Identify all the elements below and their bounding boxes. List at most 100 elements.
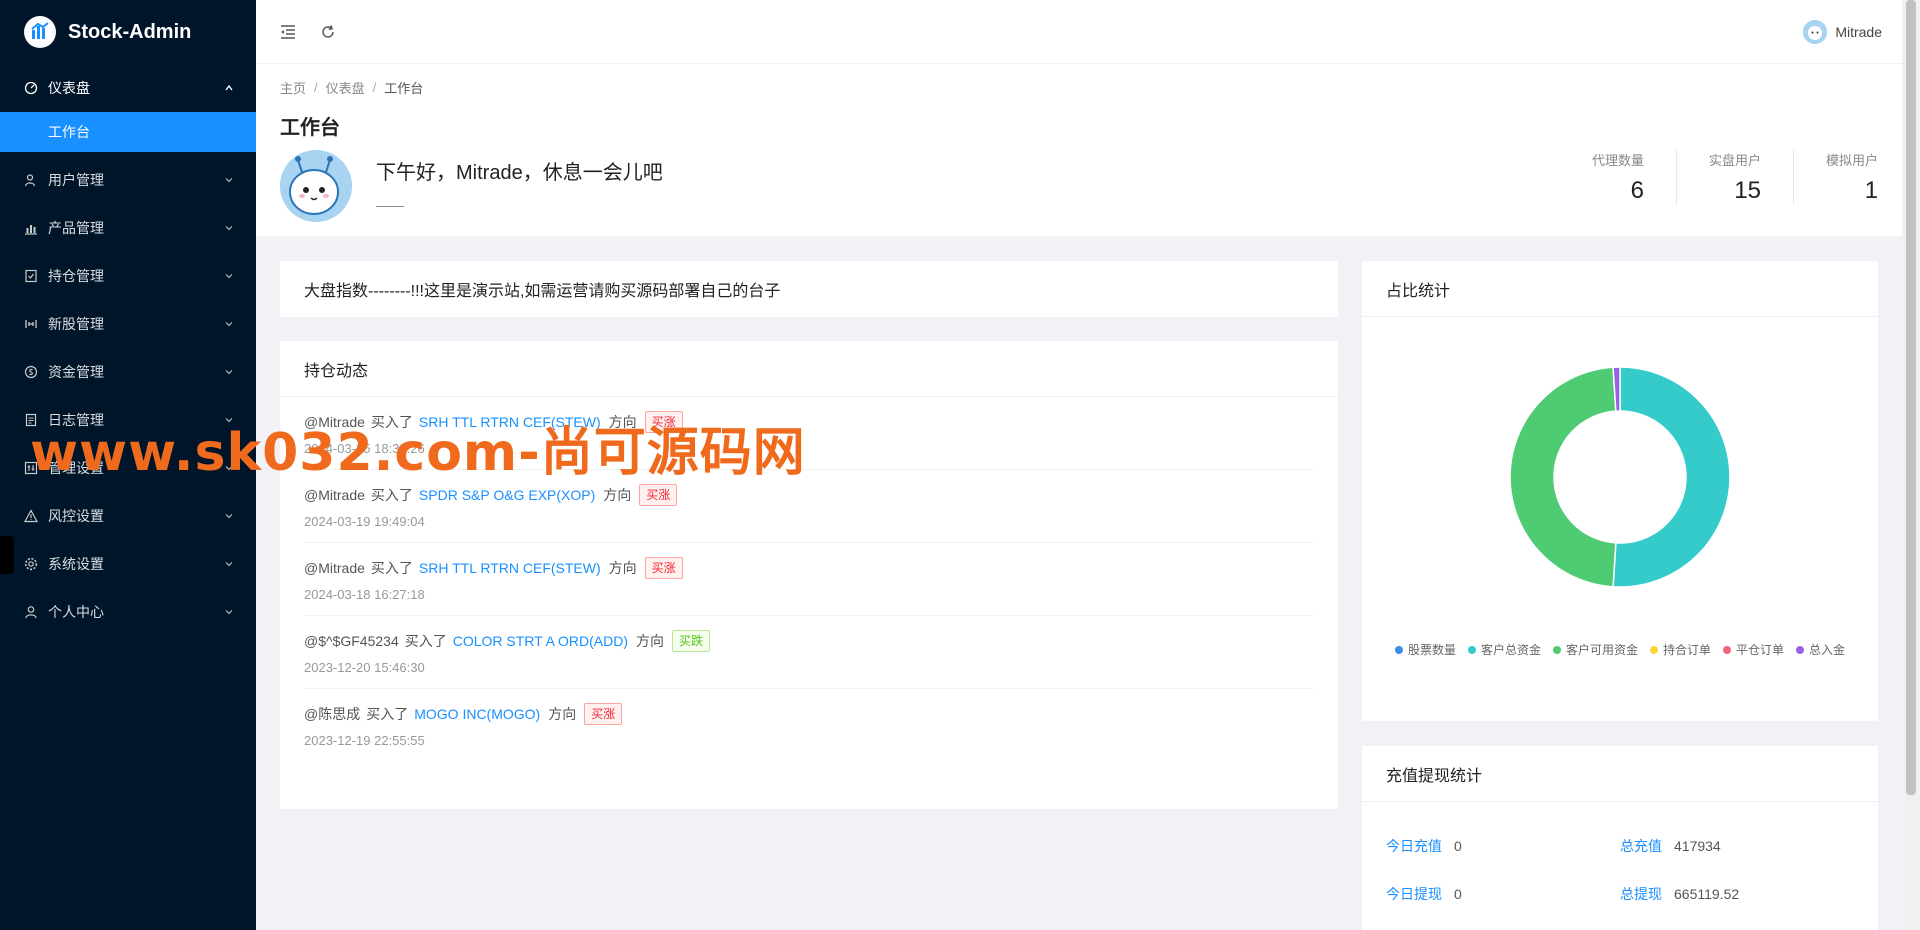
sidebar-item-label: 用户管理 [48,172,104,188]
position-user[interactable]: @Mitrade [304,487,365,503]
sidebar-item-risk-settings[interactable]: 风控设置 [0,492,256,540]
sidebar-item-label: 日志管理 [48,412,104,428]
sidebar-item-fund-manage[interactable]: 资金管理 [0,348,256,396]
logo[interactable]: Stock-Admin [0,0,256,64]
legend-item[interactable]: 总入金 [1796,641,1845,658]
total-recharge-label[interactable]: 总充值 [1620,836,1662,856]
today-recharge-label[interactable]: 今日充值 [1386,836,1442,856]
today-recharge-value: 0 [1454,838,1462,854]
sidebar-item-log-manage[interactable]: 日志管理 [0,396,256,444]
sidebar-item-label: 风控设置 [48,508,104,524]
chart-legend: 股票数量 客户总资金 客户可用资金 持合订单 平仓订单 总入金 [1362,641,1878,658]
legend-item[interactable]: 客户可用资金 [1552,641,1638,658]
position-line: @Mitrade 买入了 SRH TTL RTRN CEF(STEW) 方向 买涨 [304,411,1314,433]
sidebar-item-product-manage[interactable]: 产品管理 [0,204,256,252]
breadcrumb-dashboard[interactable]: 仪表盘 [326,78,365,97]
position-user[interactable]: @$^$GF45234 [304,633,399,649]
user-name: Mitrade [1835,23,1882,40]
legend-label: 股票数量 [1407,643,1456,657]
legend-dot-icon [1552,645,1561,654]
sidebar-item-system-settings[interactable]: 系统设置 [0,540,256,588]
sidebar-item-label: 持仓管理 [48,268,104,284]
direction-tag: 买涨 [584,703,623,725]
positions-title: 持仓动态 [280,341,1338,397]
position-action: 买入了 [366,706,409,722]
admin-settings-icon [24,461,38,475]
legend-item[interactable]: 平仓订单 [1723,641,1784,658]
chevron-down-icon [222,413,236,427]
position-stock-link[interactable]: SRH TTL RTRN CEF(STEW) [419,560,601,576]
welcome-block: 下午好，Mitrade，休息一会儿吧 —— [280,150,663,222]
donut-chart[interactable] [1362,317,1878,633]
side-drawer-handle[interactable] [0,536,14,574]
sidebar-item-personal-center[interactable]: 个人中心 [0,588,256,636]
sidebar-item-dashboard[interactable]: 仪表盘 [0,64,256,112]
legend-item[interactable]: 持合订单 [1650,641,1711,658]
direction-tag: 买涨 [644,411,683,433]
total-withdraw-label[interactable]: 总提现 [1620,884,1662,904]
position-user[interactable]: @Mitrade [304,414,365,430]
position-line: @Mitrade 买入了 SRH TTL RTRN CEF(STEW) 方向 买涨 [304,557,1314,579]
list-item: @陈思成 买入了 MOGO INC(MOGO) 方向 买涨 2023-12-19 22:5… [304,689,1314,762]
position-line: @陈思成 买入了 MOGO INC(MOGO) 方向 买涨 [304,703,1314,725]
refresh-icon[interactable] [316,20,340,44]
stat-value: 1 [1864,177,1878,204]
donut-slice-1[interactable] [1612,366,1731,588]
position-user[interactable]: @陈思成 [304,704,360,724]
breadcrumb-separator: / [314,80,318,95]
chevron-down-icon [222,173,236,187]
recharge-title: 充值提现统计 [1362,746,1878,802]
list-item: @Mitrade 买入了 SRH TTL RTRN CEF(STEW) 方向 买涨 202… [304,543,1314,616]
avatar [1803,19,1828,44]
page-scrollbar[interactable] [1902,0,1920,930]
legend-item[interactable]: 客户总资金 [1467,641,1541,658]
position-line: @Mitrade 买入了 SPDR S&P O&G EXP(XOP) 方向 买涨 [304,484,1314,506]
position-user[interactable]: @Mitrade [304,560,365,576]
position-stock-link[interactable]: COLOR STRT A ORD(ADD) [453,633,628,649]
sidebar-item-admin-settings[interactable]: 管理设置 [0,444,256,492]
avatar [280,150,352,222]
chevron-down-icon [222,317,236,331]
greeting-text: 下午好，Mitrade，休息一会儿吧 [376,162,663,184]
position-time: 2023-12-20 15:46:30 [304,660,425,675]
ratio-card: 占比统计 股票数量 客户总资金 客户可用资金 持合订单 平仓订单 总入金 [1362,261,1878,721]
chevron-down-icon [222,605,236,619]
withdraw-row: 今日提现 0 总提现 665119.52 [1386,870,1854,918]
breadcrumb-home[interactable]: 主页 [280,78,306,97]
legend-item[interactable]: 股票数量 [1394,641,1456,658]
menu-fold-icon[interactable] [276,20,300,44]
today-withdraw-label[interactable]: 今日提现 [1386,884,1442,904]
sidebar-item-label: 产品管理 [48,220,104,236]
position-stock-link[interactable]: SPDR S&P O&G EXP(XOP) [419,487,595,503]
position-time: 2024-03-18 16:27:18 [304,587,425,602]
total-withdraw-value: 665119.52 [1674,886,1740,902]
position-stock-link[interactable]: SRH TTL RTRN CEF(STEW) [419,414,601,430]
position-time: 2023-12-19 22:55:55 [304,733,425,748]
sidebar-subitem-workbench[interactable]: 工作台 [0,112,256,152]
position-stock-link[interactable]: MOGO INC(MOGO) [414,706,540,722]
greeting-subline: —— [376,197,404,213]
donut-slice-2[interactable] [1509,366,1617,588]
legend-dot-icon [1796,645,1805,654]
index-card: 大盘指数--------!!!这里是演示站,如需运营请购买源码部署自己的台子 [280,261,1338,317]
dashboard-submenu: 工作台 [0,112,256,152]
legend-label: 持合订单 [1663,643,1712,657]
scroll-thumb[interactable] [1906,0,1916,795]
log-icon [24,413,38,427]
recharge-card: 充值提现统计 今日充值 0 总充值 417934 今日提现 0 总提现 6651… [1362,746,1878,930]
sidebar-item-label: 新股管理 [48,316,104,332]
positions-list: @Mitrade 买入了 SRH TTL RTRN CEF(STEW) 方向 买涨 202… [280,397,1338,762]
position-direction-label: 方向 [636,633,665,649]
page-title: 工作台 [280,117,340,139]
sidebar-item-new-stock-manage[interactable]: 新股管理 [0,300,256,348]
stat-label: 模拟用户 [1825,153,1878,168]
user-menu[interactable]: Mitrade [1803,19,1882,44]
sidebar-item-position-manage[interactable]: 持仓管理 [0,252,256,300]
stat-value: 6 [1630,177,1644,204]
sidebar-item-user-manage[interactable]: 用户管理 [0,156,256,204]
position-action: 买入了 [370,487,413,503]
list-item: @Mitrade 买入了 SRH TTL RTRN CEF(STEW) 方向 买涨 202… [304,397,1314,470]
position-direction-label: 方向 [603,487,632,503]
position-line: @$^$GF45234 买入了 COLOR STRT A ORD(ADD) 方向 买跌 [304,630,1314,652]
stats-group: 代理数量 6 实盘用户 15 模拟用户 1 [1560,150,1878,205]
